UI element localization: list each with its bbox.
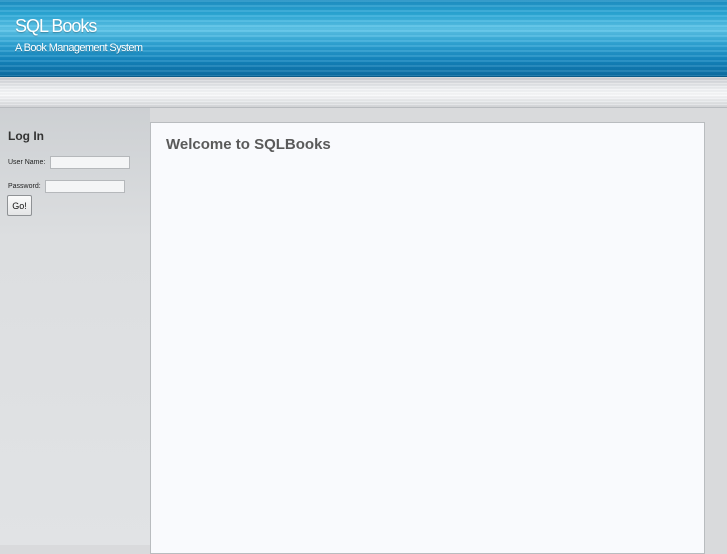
sidebar: Log In User Name: Password: Go!	[0, 108, 150, 545]
site-subtitle: A Book Management System	[15, 42, 143, 54]
password-input[interactable]	[45, 180, 125, 193]
navigation-bar	[0, 77, 727, 108]
password-label: Password:	[8, 183, 41, 190]
main-content: Welcome to SQLBooks	[150, 122, 705, 554]
page-title: Welcome to SQLBooks	[166, 136, 331, 153]
login-go-button[interactable]: Go!	[7, 195, 32, 216]
site-header: SQL Books A Book Management System	[0, 0, 727, 77]
login-heading: Log In	[8, 129, 44, 143]
site-title[interactable]: SQL Books	[15, 16, 97, 37]
username-input[interactable]	[50, 156, 130, 169]
username-label: User Name:	[8, 159, 46, 166]
